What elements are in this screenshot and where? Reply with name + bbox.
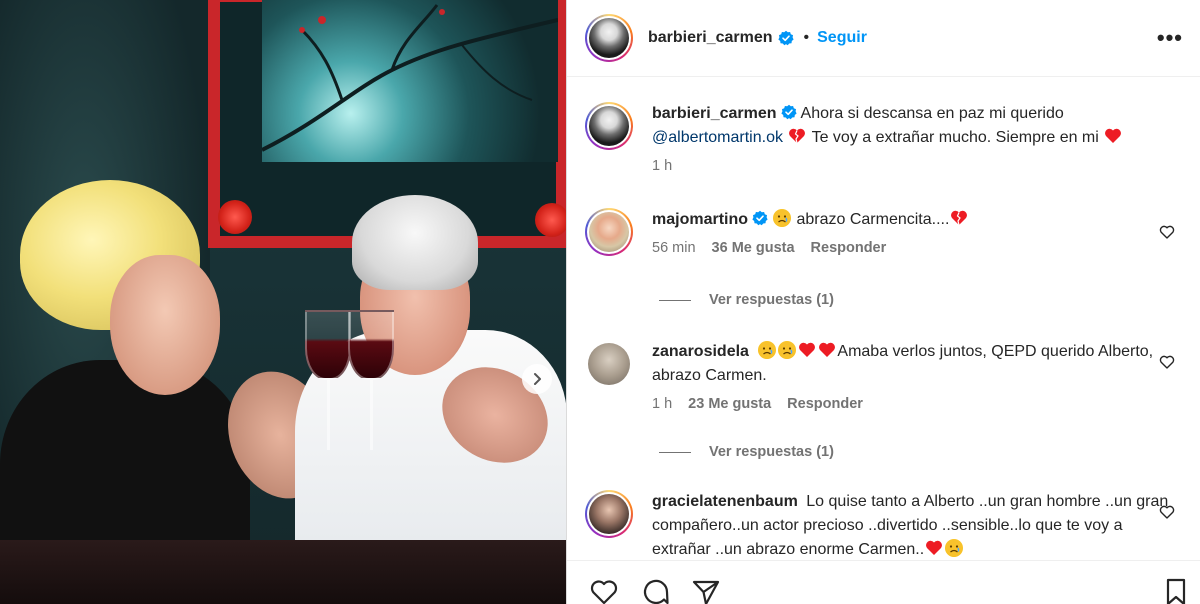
view-replies-label: Ver respuestas (1): [709, 292, 834, 308]
comment-username[interactable]: majomartino: [652, 211, 748, 228]
heart-icon[interactable]: [589, 577, 619, 604]
sad-face-icon: [758, 341, 777, 359]
sad-face-icon: [945, 539, 964, 557]
like-comment-heart-icon[interactable]: [1159, 354, 1175, 370]
view-replies-button[interactable]: Ver respuestas (1): [659, 292, 834, 308]
bookmark-icon[interactable]: [1161, 577, 1191, 604]
table: [0, 540, 566, 604]
broken-heart-icon: [951, 210, 968, 226]
red-heart-icon: [1105, 128, 1122, 143]
caption-avatar[interactable]: [585, 102, 633, 150]
comment-time[interactable]: 1 h: [652, 396, 672, 412]
sad-face-icon: [778, 341, 797, 359]
red-heart-icon: [819, 342, 836, 357]
red-rosette: [218, 200, 252, 234]
commenter-avatar[interactable]: [585, 490, 633, 538]
comment-username[interactable]: gracielatenenbaum: [652, 493, 798, 510]
caption-text-end: Te voy a extrañar mucho. Siempre en mi: [811, 129, 1099, 146]
comment-time[interactable]: 56 min: [652, 240, 696, 256]
share-icon[interactable]: [691, 577, 721, 604]
more-options-icon[interactable]: •••: [1157, 27, 1183, 49]
next-photo-button[interactable]: [522, 364, 552, 394]
caption-username[interactable]: barbieri_carmen: [652, 105, 777, 122]
comment-text: abrazo Carmencita....: [796, 211, 950, 228]
view-replies-label: Ver respuestas (1): [709, 444, 834, 460]
commenter-avatar[interactable]: [588, 343, 630, 385]
post-photo: [0, 0, 566, 604]
view-replies-button[interactable]: Ver respuestas (1): [659, 444, 834, 460]
caption-mention[interactable]: @albertomartin.ok: [652, 129, 783, 146]
broken-heart-icon: [789, 128, 806, 144]
caption: barbieri_carmen Ahora si descansa en paz …: [585, 102, 1185, 174]
like-comment-heart-icon[interactable]: [1159, 224, 1175, 240]
verified-badge-icon: [777, 30, 794, 46]
author-avatar[interactable]: [585, 14, 633, 62]
comment-likes[interactable]: 36 Me gusta: [712, 240, 795, 256]
comment-username[interactable]: zanarosidela: [652, 343, 749, 360]
reply-button[interactable]: Responder: [787, 396, 863, 412]
verified-badge-icon: [752, 210, 768, 226]
wine-glass: [305, 310, 351, 380]
wine-glass: [348, 310, 394, 380]
caption-time[interactable]: 1 h: [652, 158, 672, 174]
comment: gracielatenenbaum Lo quise tanto a Alber…: [585, 490, 1185, 558]
red-heart-icon: [926, 540, 943, 555]
post-header: barbieri_carmen • Seguir •••: [567, 0, 1200, 77]
comment-likes[interactable]: 23 Me gusta: [688, 396, 771, 412]
comments-list: barbieri_carmen Ahora si descansa en paz …: [567, 78, 1200, 558]
like-comment-heart-icon[interactable]: [1159, 504, 1175, 520]
red-heart-icon: [799, 342, 816, 357]
commenter-avatar[interactable]: [585, 208, 633, 256]
caption-text-start: Ahora si descansa en paz mi querido: [800, 105, 1064, 122]
reply-button[interactable]: Responder: [811, 240, 887, 256]
red-rosette: [535, 203, 566, 237]
comment-icon[interactable]: [641, 577, 671, 604]
verified-badge-icon: [780, 104, 797, 120]
comment: majomartino abrazo Carmencita.... 56 min…: [585, 208, 1185, 256]
post-panel: barbieri_carmen • Seguir ••• barbieri_ca…: [566, 0, 1200, 604]
follow-button[interactable]: Seguir: [817, 29, 867, 47]
author-username[interactable]: barbieri_carmen: [648, 29, 773, 47]
comment: zanarosidela Amaba verlos juntos, QEPD q…: [585, 340, 1185, 412]
post-actions-bar: [567, 560, 1200, 604]
separator-dot: •: [803, 29, 810, 46]
chevron-right-icon: [534, 373, 541, 385]
branch-decoration: [262, 4, 558, 152]
sad-face-icon: [773, 209, 792, 227]
